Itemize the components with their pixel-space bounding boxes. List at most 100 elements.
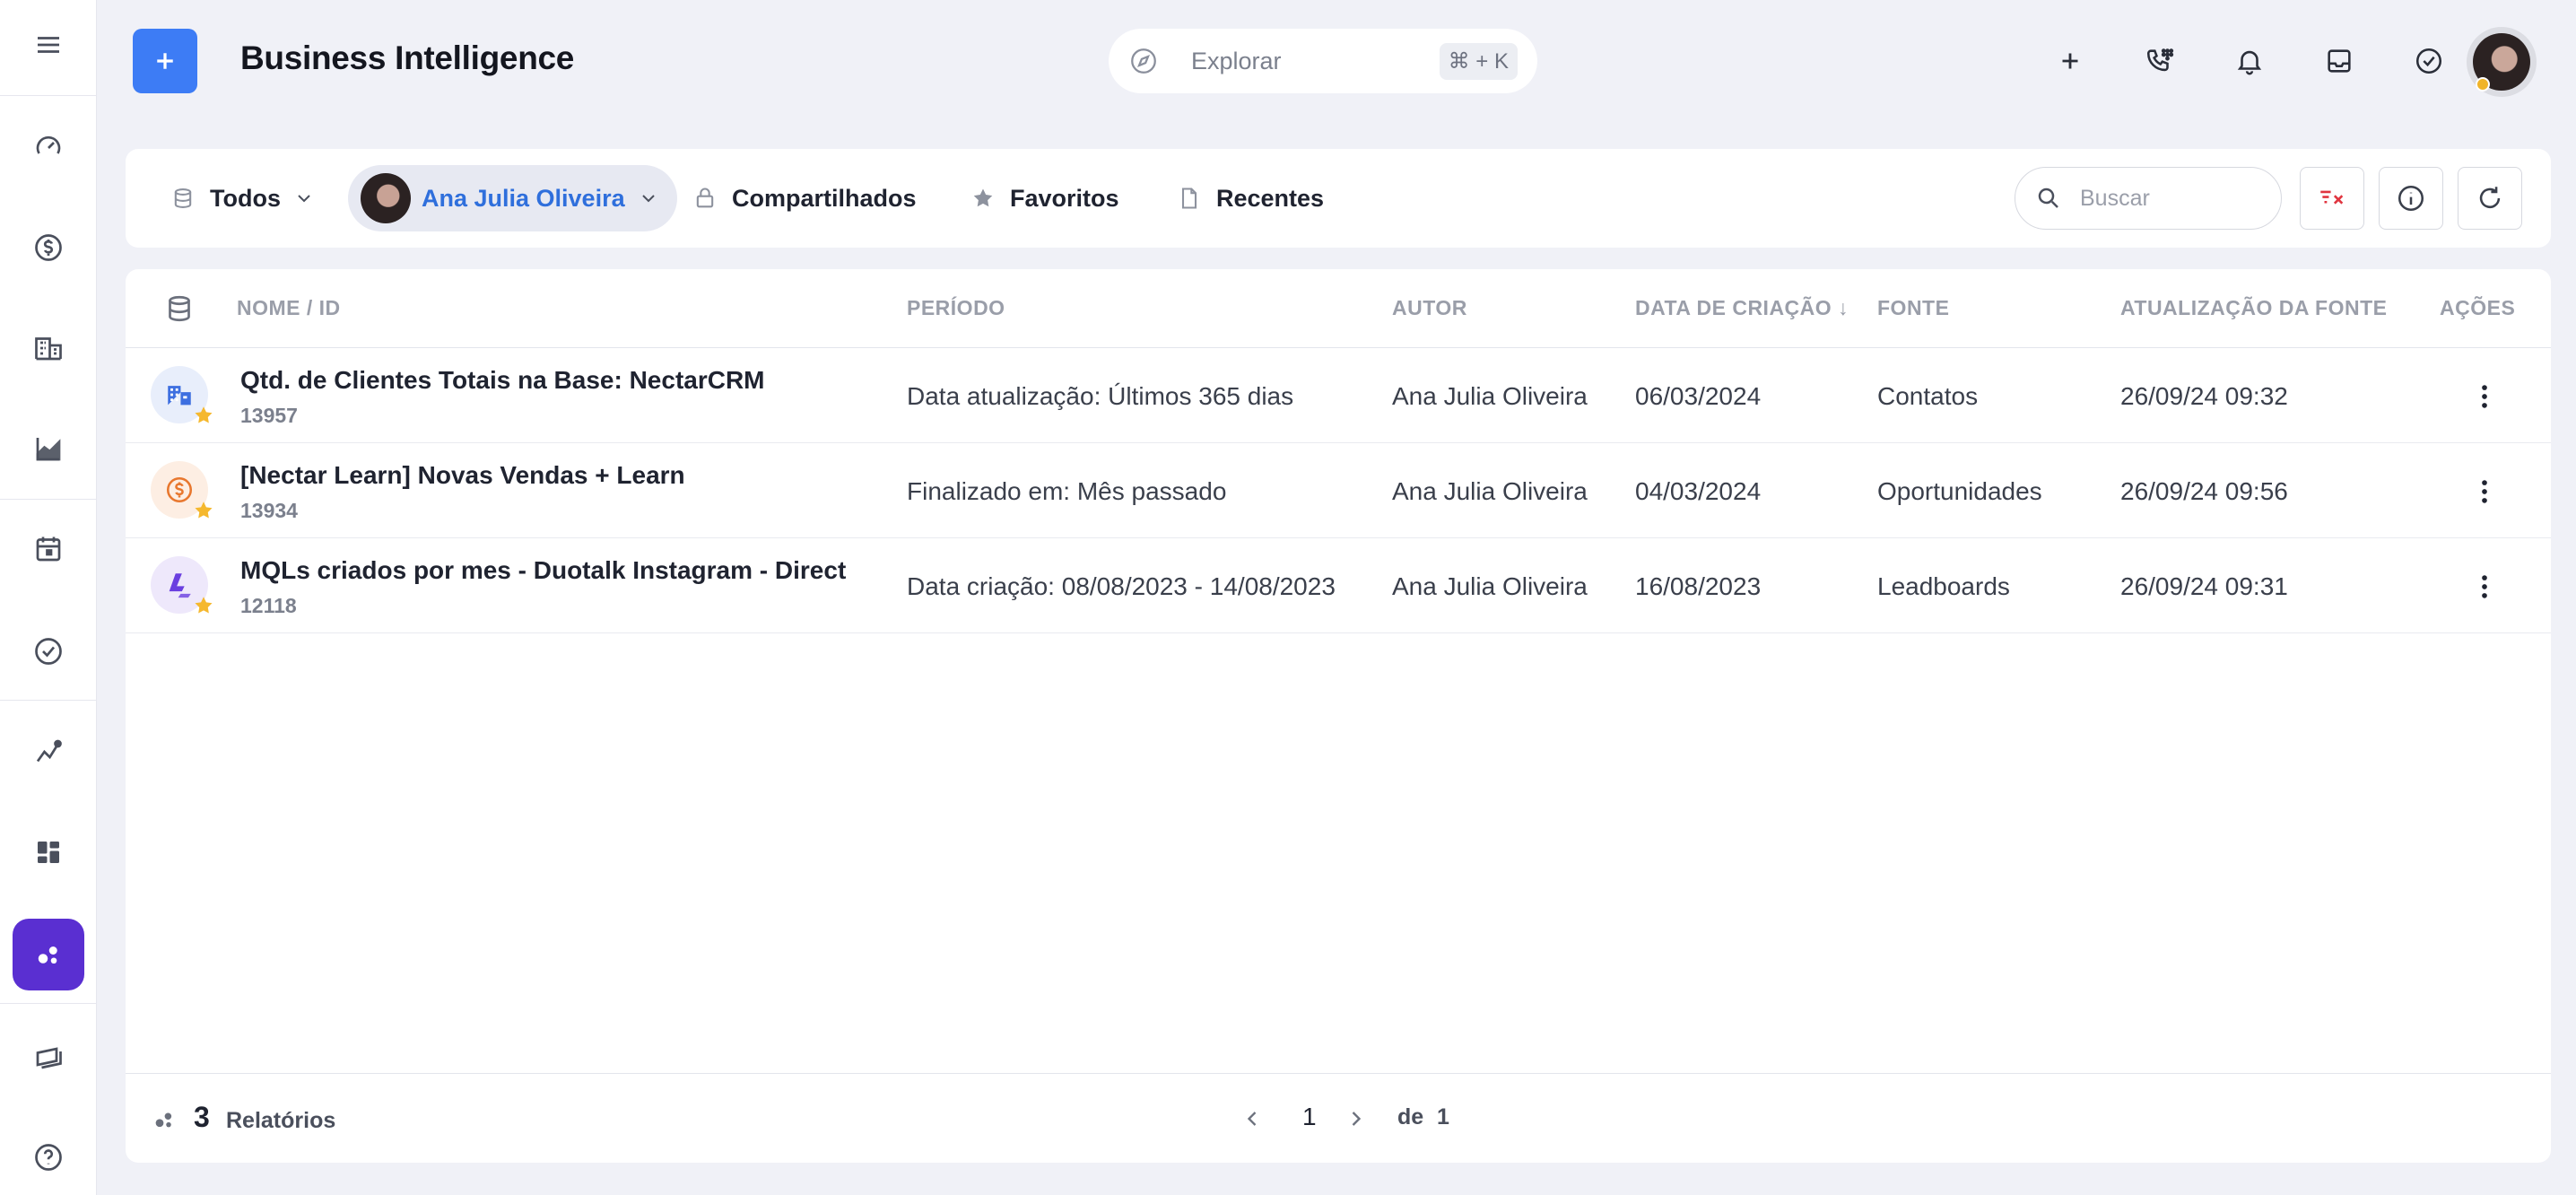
current-page: 1 (1302, 1103, 1317, 1130)
search-input[interactable] (2080, 185, 2241, 212)
column-header-author[interactable]: AUTOR (1392, 296, 1467, 320)
report-name[interactable]: Qtd. de Clientes Totais na Base: NectarC… (240, 366, 765, 395)
sidebar-item-analytics[interactable] (13, 716, 84, 788)
notifications-button[interactable] (2224, 36, 2275, 86)
report-source: Oportunidades (1877, 477, 2042, 505)
filter-clear-icon (2320, 190, 2344, 205)
report-source-updated: 26/09/24 09:56 (2120, 477, 2288, 505)
report-name[interactable]: MQLs criados por mes - Duotalk Instagram… (240, 556, 846, 585)
dashboard-grid-icon (38, 842, 59, 863)
user-avatar[interactable] (2467, 27, 2537, 97)
tasks-button[interactable] (2404, 36, 2454, 86)
column-header-source-updated[interactable]: ATUALIZAÇÃO DA FONTE (2120, 296, 2387, 320)
database-icon (174, 188, 192, 208)
sidebar-item-opportunities[interactable] (13, 212, 84, 283)
inbox-button[interactable] (2314, 36, 2364, 86)
sidebar-item-reports[interactable] (13, 413, 84, 484)
previous-page-button[interactable] (1240, 1099, 1265, 1138)
page-of-label: de (1397, 1104, 1424, 1130)
table-footer: 3 Relatórios 1 de 1 (126, 1073, 2551, 1163)
sidebar-item-widgets[interactable] (13, 816, 84, 888)
filter-user-dropdown[interactable]: Ana Julia Oliveira (348, 165, 677, 231)
info-button[interactable] (2379, 167, 2443, 230)
document-icon (1181, 188, 1197, 209)
database-icon (169, 295, 190, 322)
lead-icon (169, 573, 191, 598)
favorite-star-icon[interactable] (192, 404, 215, 427)
column-header-period[interactable]: PERÍODO (907, 296, 1005, 320)
sidebar-item-dashboard[interactable] (13, 109, 84, 181)
report-created: 16/08/2023 (1635, 572, 1762, 600)
compass-icon (1131, 48, 1156, 74)
explore-shortcut: ⌘ + K (1439, 42, 1518, 80)
table-header: NOME / ID PERÍODO AUTOR DATA DE CRIAÇÃO … (126, 269, 2551, 348)
table-row[interactable]: Qtd. de Clientes Totais na Base: NectarC… (126, 348, 2551, 443)
report-source-updated: 26/09/24 09:31 (2120, 572, 2288, 600)
favorite-star-icon[interactable] (192, 499, 215, 522)
filter-shared[interactable]: Compartilhados (674, 165, 935, 231)
menu-toggle-button[interactable] (13, 9, 84, 81)
search-box (2015, 167, 2282, 230)
filter-favorites[interactable]: Favoritos (953, 165, 1137, 231)
favorite-star-icon[interactable] (192, 594, 215, 617)
sidebar-item-companies[interactable] (13, 312, 84, 384)
more-vertical-icon (2482, 385, 2487, 408)
layers-icon (36, 1047, 62, 1069)
more-vertical-icon (2482, 575, 2487, 598)
top-bar: Business Intelligence Explorar ⌘ + K (97, 0, 2576, 120)
column-header-created[interactable]: DATA DE CRIAÇÃO ↓ (1635, 296, 1849, 320)
filter-all-label: Todos (210, 184, 281, 212)
report-period: Data criação: 08/08/2023 - 14/08/2023 (907, 572, 1336, 600)
trend-icon (36, 739, 62, 763)
report-author: Ana Julia Oliveira (1392, 382, 1588, 410)
clear-filters-button[interactable] (2300, 167, 2364, 230)
quick-add-button[interactable] (2045, 36, 2095, 86)
filter-user-label: Ana Julia Oliveira (422, 184, 625, 212)
sidebar-item-tasks[interactable] (13, 615, 84, 687)
hamburger-icon (38, 37, 59, 53)
filter-recent[interactable]: Recentes (1159, 165, 1342, 231)
report-period: Data atualização: Últimos 365 dias (907, 382, 1294, 410)
row-actions-button[interactable] (2463, 470, 2506, 513)
calendar-icon (36, 536, 61, 562)
next-page-button[interactable] (1344, 1099, 1369, 1138)
phone-dialpad-icon (2146, 48, 2174, 72)
bi-bubbles-icon (155, 1112, 172, 1128)
refresh-button[interactable] (2458, 167, 2522, 230)
report-period: Finalizado em: Mês passado (907, 477, 1227, 505)
column-header-name[interactable]: NOME / ID (237, 296, 341, 320)
chevron-down-icon (298, 195, 310, 203)
explore-placeholder: Explorar (1191, 47, 1282, 74)
star-icon (973, 188, 993, 207)
report-name[interactable]: [Nectar Learn] Novas Vendas + Learn (240, 461, 685, 490)
sidebar-item-integrations[interactable] (13, 1021, 84, 1093)
chevron-right-icon (1352, 1112, 1362, 1126)
status-indicator (2476, 77, 2490, 92)
report-created: 04/03/2024 (1635, 477, 1762, 505)
filter-all-dropdown[interactable]: Todos (152, 165, 333, 231)
report-icon (151, 556, 213, 614)
report-source: Contatos (1877, 382, 1979, 410)
table-row[interactable]: MQLs criados por mes - Duotalk Instagram… (126, 538, 2551, 633)
filter-shared-label: Compartilhados (732, 184, 917, 212)
row-actions-button[interactable] (2463, 565, 2506, 608)
search-icon (2038, 188, 2058, 208)
table-row[interactable]: [Nectar Learn] Novas Vendas + Learn 1393… (126, 443, 2551, 538)
create-report-button[interactable] (133, 29, 197, 93)
more-vertical-icon (2482, 480, 2487, 503)
refresh-icon (2479, 187, 2501, 209)
bi-bubbles-icon (38, 946, 57, 964)
info-icon (2398, 185, 2424, 212)
row-actions-button[interactable] (2463, 375, 2506, 418)
report-id: 12118 (240, 594, 297, 617)
chevron-left-icon (1247, 1112, 1257, 1126)
sidebar-item-help[interactable] (13, 1121, 84, 1193)
column-header-source[interactable]: FONTE (1877, 296, 1949, 320)
gauge-icon (36, 135, 61, 154)
sidebar-item-calendar[interactable] (13, 513, 84, 585)
sidebar-item-business-intelligence[interactable] (13, 919, 84, 990)
phone-dialer-button[interactable] (2135, 36, 2185, 86)
report-id: 13934 (240, 499, 298, 522)
explore-search[interactable]: Explorar ⌘ + K (1109, 29, 1537, 93)
filter-recent-label: Recentes (1216, 184, 1325, 212)
